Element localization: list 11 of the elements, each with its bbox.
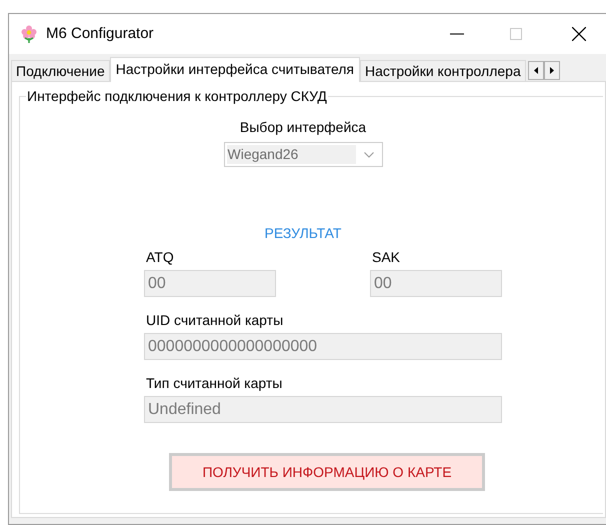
field-label: Тип считанной карты [146,374,284,392]
field-label: Выбор интерфейса [240,118,366,137]
tab[interactable]: Настройки интерфейса считывателя [110,57,360,82]
get-card-info-button[interactable]: ПОЛУЧИТЬ ИНФОРМАЦИЮ О КАРТЕ [169,453,485,491]
field-label: UID считанной карты [146,311,284,329]
tab[interactable]: Настройки контроллера [360,60,526,81]
result-heading: РЕЗУЛЬТАТ [264,224,342,243]
field-label: ATQ [146,248,175,266]
tab[interactable]: Подключение [11,60,110,81]
window-title: M6 Configurator [46,24,154,44]
field-label: SAK [372,248,402,266]
